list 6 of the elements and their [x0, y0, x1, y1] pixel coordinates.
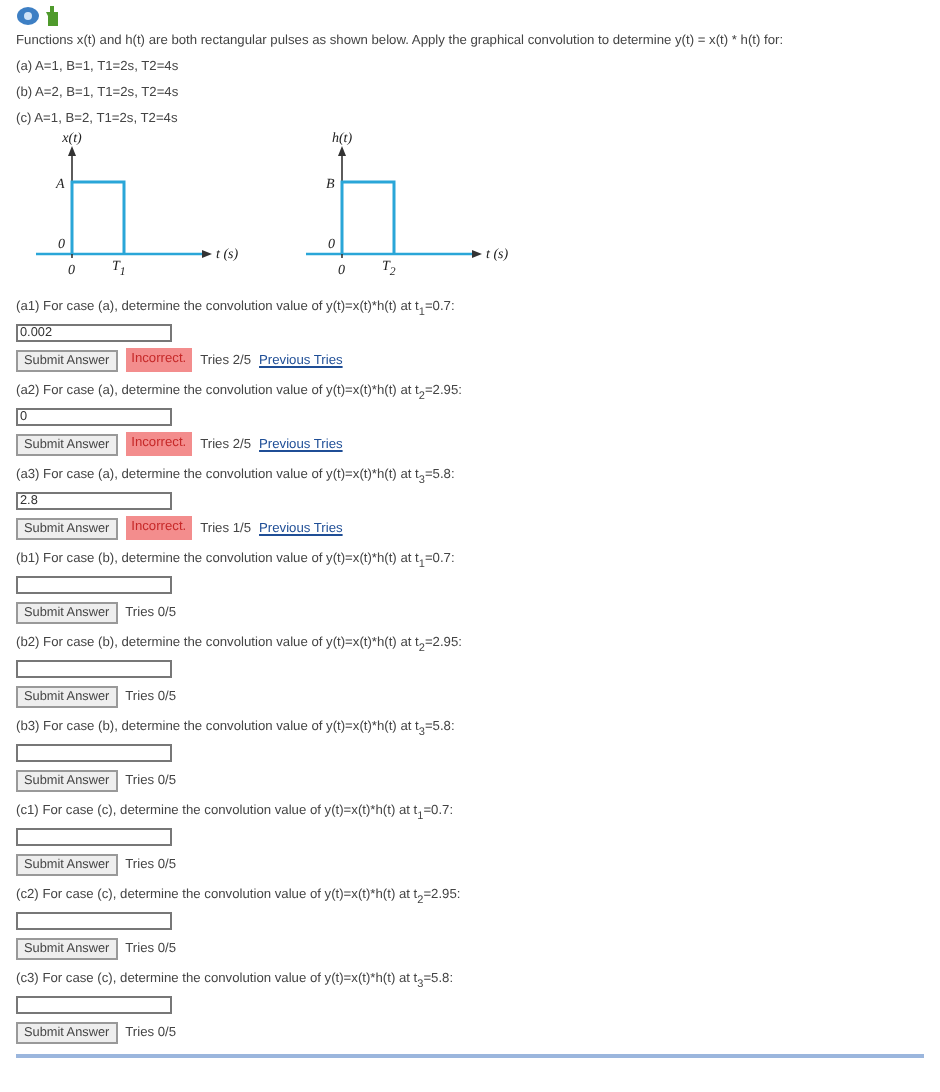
answer-field[interactable]	[16, 828, 172, 847]
answer-field[interactable]	[16, 576, 172, 595]
answer-field[interactable]	[16, 996, 172, 1015]
answer-field[interactable]	[16, 660, 172, 679]
answer-field[interactable]	[16, 912, 172, 931]
answer-field[interactable]	[16, 744, 172, 763]
